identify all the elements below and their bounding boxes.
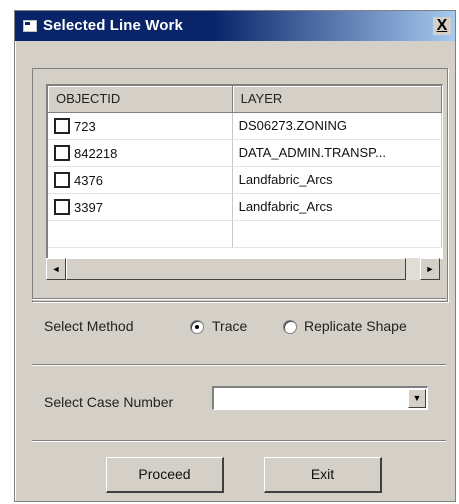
row-checkbox[interactable] [54, 145, 70, 161]
divider [32, 364, 446, 366]
objectid-cell: 4376 [48, 167, 233, 194]
row-checkbox[interactable] [54, 199, 70, 215]
divider [32, 440, 446, 442]
scroll-left-icon[interactable]: ◄ [46, 258, 66, 280]
window-title: Selected Line Work [43, 17, 183, 34]
objectid-value: 723 [74, 119, 96, 134]
objectid-cell: 842218 [48, 140, 233, 167]
row-checkbox[interactable] [54, 172, 70, 188]
layer-cell: Landfabric_Arcs [232, 167, 442, 194]
divider [32, 298, 446, 300]
case-number-label: Select Case Number [44, 394, 174, 410]
objectid-value: 3397 [74, 200, 103, 215]
line-work-grid: OBJECTID LAYER 723 DS06273.ZONING 842218… [46, 84, 443, 259]
app-icon [23, 20, 37, 32]
close-button[interactable]: X [433, 17, 451, 35]
horizontal-scrollbar[interactable]: ◄ ► [46, 258, 440, 280]
trace-radio[interactable] [190, 320, 204, 334]
proceed-button[interactable]: Proceed [106, 457, 224, 493]
objectid-cell: 3397 [48, 194, 233, 221]
select-method-label: Select Method [44, 318, 134, 334]
layer-cell: DS06273.ZONING [232, 113, 442, 140]
objectid-value: 842218 [74, 146, 118, 161]
scroll-thumb[interactable] [66, 258, 406, 280]
replicate-shape-option-label[interactable]: Replicate Shape [304, 318, 407, 334]
layer-cell: DATA_ADMIN.TRANSP... [232, 140, 442, 167]
empty-cell [232, 221, 442, 248]
grid-header: OBJECTID LAYER [48, 86, 442, 113]
column-header-layer[interactable]: LAYER [233, 86, 442, 112]
layer-cell: Landfabric_Arcs [232, 194, 442, 221]
empty-cell [48, 221, 233, 248]
table-row[interactable]: 842218 DATA_ADMIN.TRANSP... [48, 140, 442, 167]
case-number-combobox[interactable]: ▼ [212, 386, 428, 410]
table-row[interactable]: 723 DS06273.ZONING [48, 113, 442, 140]
replicate-shape-radio[interactable] [283, 320, 297, 334]
table-row[interactable]: 3397 Landfabric_Arcs [48, 194, 442, 221]
row-checkbox[interactable] [54, 118, 70, 134]
column-header-objectid[interactable]: OBJECTID [48, 86, 233, 112]
dropdown-arrow-icon[interactable]: ▼ [408, 389, 426, 408]
empty-row [48, 221, 442, 248]
title-bar[interactable]: Selected Line Work X [15, 11, 455, 41]
exit-button[interactable]: Exit [264, 457, 382, 493]
objectid-value: 4376 [74, 173, 103, 188]
scroll-right-icon[interactable]: ► [420, 258, 440, 280]
table-row[interactable]: 4376 Landfabric_Arcs [48, 167, 442, 194]
objectid-cell: 723 [48, 113, 233, 140]
trace-option-label[interactable]: Trace [212, 318, 247, 334]
